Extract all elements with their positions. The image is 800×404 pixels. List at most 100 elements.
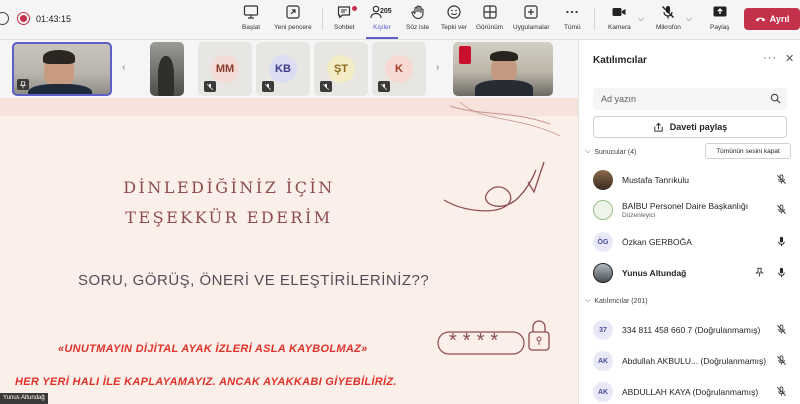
participant-row[interactable]: AK ABDULLAH KAYA (Doğrulanmamış) <box>593 380 793 404</box>
people-count: 205 <box>380 8 392 15</box>
mic-muted-icon[interactable] <box>776 204 787 215</box>
mic-muted-icon[interactable] <box>776 355 787 366</box>
participant-row[interactable]: BAİBU Personel Daire Başkanlığı Düzenley… <box>593 198 793 222</box>
muted-chip <box>320 81 332 92</box>
participant-row[interactable]: Yunus Altundağ <box>593 261 793 285</box>
mic-muted-icon[interactable] <box>776 174 787 185</box>
mic-button[interactable]: Mikrofon <box>656 4 681 36</box>
new-window-button[interactable]: Yeni pencere <box>274 4 312 36</box>
screen-start-icon <box>243 5 259 19</box>
slide-title-line2: TEŞEKKÜR EDERİM <box>125 208 333 227</box>
mic-muted-icon[interactable] <box>776 324 787 335</box>
participant-initials: KB <box>269 55 297 83</box>
more-button[interactable]: Tümü <box>564 4 581 36</box>
toolbar-divider <box>322 8 323 30</box>
apps-button[interactable]: Uygulamalar <box>513 4 550 36</box>
participant-row[interactable]: Mustafa Tanrıkulu <box>593 168 793 192</box>
mic-muted-icon <box>662 6 675 19</box>
pin-chip[interactable] <box>17 79 29 90</box>
view-button[interactable]: Görünüm <box>476 4 503 36</box>
panel-close-icon[interactable]: ✕ <box>785 52 794 65</box>
participant-initials: MM <box>211 55 239 83</box>
participant-video-tile[interactable] <box>12 42 112 96</box>
new-window-icon <box>286 5 300 19</box>
mic-label: Mikrofon <box>656 24 681 31</box>
camera-button[interactable]: Kamera <box>608 4 631 36</box>
mic-muted-icon[interactable] <box>776 386 787 397</box>
toolbar-divider <box>594 8 595 30</box>
participant-avatar-tile[interactable]: ŞT <box>314 42 368 96</box>
chat-unread-badge <box>351 6 357 11</box>
apps-label: Uygulamalar <box>513 24 550 31</box>
avatar <box>593 263 613 283</box>
strip-prev-chevron-icon[interactable]: ‹ <box>122 62 125 73</box>
hang-up-icon <box>755 17 765 22</box>
participant-row[interactable]: AK Abdullah AKBULU... (Doğrulanmamış) <box>593 349 793 373</box>
share-button[interactable]: Paylaş <box>710 4 730 36</box>
participants-panel: Katılımcılar ··· ✕ Daveti paylaş ⌵ Sunuc… <box>578 40 800 404</box>
participant-name: Abdullah AKBULU... (Doğrulanmamış) <box>622 356 767 366</box>
participant-initials: ŞT <box>327 55 355 83</box>
presenters-section-toggle[interactable]: ⌵ Sunucular (4) <box>585 148 636 156</box>
raise-hand-button[interactable]: Söz iste <box>406 4 429 36</box>
leave-label: Ayrıl <box>769 14 790 24</box>
share-screen-icon <box>713 6 727 17</box>
camera-label: Kamera <box>608 24 631 31</box>
video-strip: ‹ MM KB ŞT K › <box>0 40 578 98</box>
recording-indicator: 01:43:15 <box>0 12 71 25</box>
slide-warning: «UNUTMAYIN DİJİTAL AYAK İZLERİ ASLA KAYB… <box>58 343 368 355</box>
avatar: ÖG <box>593 232 613 252</box>
view-label: Görünüm <box>476 24 504 31</box>
mic-muted-icon <box>380 83 388 90</box>
meeting-timer: 01:43:15 <box>36 13 72 24</box>
participant-row[interactable]: 37 334 811 458 660 7 (Doğrulanmamış) <box>593 318 793 342</box>
participant-name: Yunus Altundağ <box>622 268 687 278</box>
presenter-name-tag: Yunus Altundağ <box>0 393 48 404</box>
participant-name: BAİBU Personel Daire Başkanlığı <box>622 201 749 211</box>
participant-video-tile[interactable] <box>453 42 553 96</box>
participant-initials: K <box>385 55 413 83</box>
pin-icon[interactable] <box>754 267 765 278</box>
participant-avatar-tile[interactable]: MM <box>198 42 252 96</box>
participant-avatar-tile[interactable]: KB <box>256 42 310 96</box>
chat-button[interactable]: Sohbet <box>334 4 357 36</box>
camera-options-chevron-icon[interactable]: ⌵ <box>638 14 644 24</box>
participant-search-input[interactable] <box>593 88 787 110</box>
smiley-icon <box>447 5 461 19</box>
participant-figure <box>158 56 174 96</box>
start-button[interactable]: Başlat <box>242 4 260 36</box>
participant-avatar-tile[interactable]: K <box>372 42 426 96</box>
strip-next-chevron-icon[interactable]: › <box>436 62 439 73</box>
participant-video-tile[interactable] <box>150 42 184 96</box>
participant-hair <box>490 51 518 61</box>
add-app-icon <box>524 5 538 19</box>
mic-icon[interactable] <box>776 236 787 247</box>
leave-button[interactable]: Ayrıl <box>744 8 800 30</box>
slide-decoration-swirl <box>449 101 561 137</box>
share-icon <box>654 122 663 132</box>
attendees-header: Katılımcılar (201) <box>594 297 648 305</box>
start-label: Başlat <box>242 24 261 31</box>
more-label: Tümü <box>564 24 581 31</box>
pin-icon <box>19 80 27 88</box>
mute-all-button[interactable]: Tümünün sesini kapat <box>705 143 791 159</box>
people-button[interactable]: 205 Kişiler <box>366 4 398 39</box>
search-icon[interactable] <box>770 93 781 104</box>
chevron-down-icon: ⌵ <box>585 148 591 155</box>
panel-title: Katılımcılar <box>593 55 647 66</box>
participant-body <box>28 84 92 94</box>
mic-options-chevron-icon[interactable]: ⌵ <box>686 14 692 24</box>
panel-more-icon[interactable]: ··· <box>763 52 777 64</box>
avatar: AK <box>593 351 613 371</box>
muted-chip <box>204 81 216 92</box>
presenters-header: Sunucular (4) <box>594 148 637 156</box>
mic-icon[interactable] <box>776 267 787 278</box>
participant-hair <box>43 50 75 64</box>
react-button[interactable]: Tepki ver <box>441 4 467 36</box>
slide-proverb: HER YERİ HALI İLE KAPLAYAMAYIZ. ANCAK AY… <box>15 376 397 388</box>
share-invite-button[interactable]: Daveti paylaş <box>593 116 787 138</box>
participant-row[interactable]: ÖG Özkan GERBOĞA <box>593 230 793 254</box>
meeting-info-icon[interactable] <box>0 12 9 25</box>
participant-body <box>475 80 533 96</box>
attendees-section-toggle[interactable]: ⌵ Katılımcılar (201) <box>585 297 648 305</box>
